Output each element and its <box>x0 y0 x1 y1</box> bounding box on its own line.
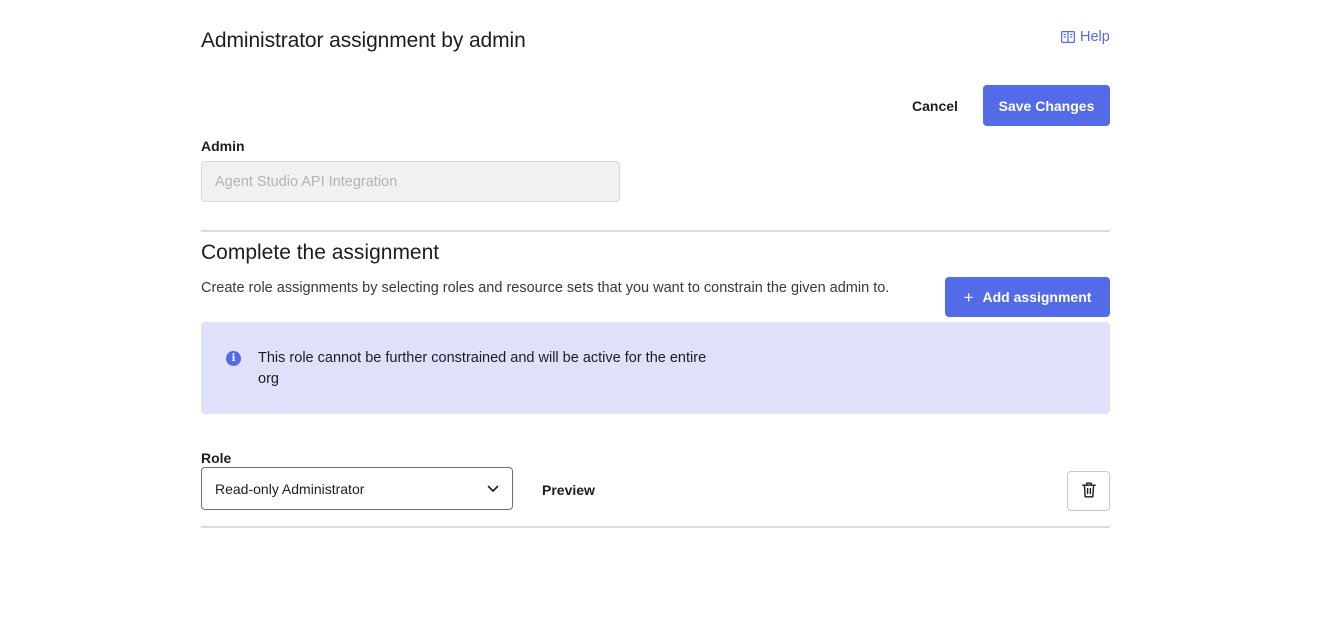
trash-icon <box>1081 482 1096 501</box>
info-callout-text: This role cannot be further constrained … <box>258 350 707 387</box>
page-title: Administrator assignment by admin <box>201 29 526 52</box>
info-icon: i <box>226 351 241 366</box>
role-select[interactable]: Read-only Administrator <box>201 467 513 510</box>
section-divider <box>201 230 1110 232</box>
info-callout: i This role cannot be further constraine… <box>201 322 1110 414</box>
add-assignment-label: Add assignment <box>982 289 1092 305</box>
cancel-button[interactable]: Cancel <box>900 85 970 126</box>
section-divider <box>201 526 1110 528</box>
help-link[interactable]: Help <box>1061 29 1110 45</box>
section-description: Create role assignments by selecting rol… <box>201 280 890 296</box>
plus-icon: + <box>963 287 974 307</box>
section-title: Complete the assignment <box>201 241 440 264</box>
add-assignment-button[interactable]: + Add assignment <box>945 277 1110 317</box>
help-label: Help <box>1080 29 1110 45</box>
preview-button[interactable]: Preview <box>532 477 605 503</box>
save-changes-button[interactable]: Save Changes <box>983 85 1110 126</box>
admin-input[interactable] <box>201 161 620 202</box>
role-field-label: Role <box>201 450 232 466</box>
chevron-down-icon <box>487 485 499 493</box>
admin-field-label: Admin <box>201 138 245 154</box>
delete-assignment-button[interactable] <box>1067 471 1110 511</box>
role-select-value: Read-only Administrator <box>215 480 365 497</box>
book-icon <box>1061 31 1075 43</box>
